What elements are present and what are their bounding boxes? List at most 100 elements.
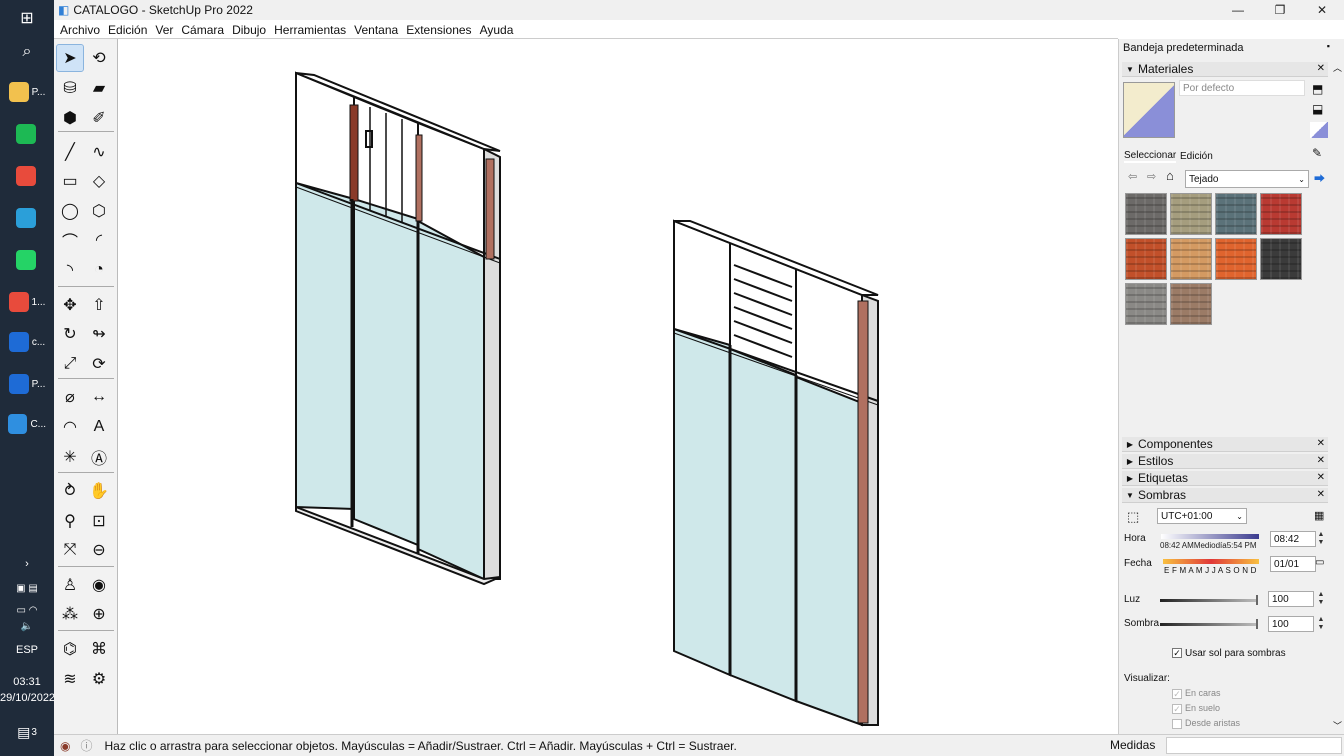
shadows-panel-header[interactable]: ▼ Sombras ✕	[1122, 488, 1328, 503]
back-arrow-icon[interactable]: ⇦	[1128, 170, 1137, 183]
material-swatch[interactable]	[1170, 193, 1212, 235]
menu-ayuda[interactable]: Ayuda	[480, 23, 514, 37]
rectangle-tool-icon[interactable]: ▭	[57, 168, 83, 194]
luz-spinner[interactable]: ▲ ▼	[1316, 591, 1326, 607]
follow-me-tool-icon[interactable]: ↬	[86, 321, 112, 347]
orbit-tool-icon[interactable]: ⟲	[86, 45, 112, 71]
scroll-down-icon[interactable]: ﹀	[1333, 719, 1342, 732]
chrome-profile-icon[interactable]: 1...	[8, 286, 46, 318]
shadow-toggle-icon[interactable]: ⬚	[1127, 509, 1139, 525]
two-point-arc-tool-icon[interactable]: ◜	[86, 227, 112, 253]
en-caras-checkbox[interactable]: ✓ En caras	[1172, 688, 1221, 699]
windows-start-icon[interactable]: ⊞	[8, 2, 46, 34]
stamp-tool-icon[interactable]: ⚙	[86, 666, 112, 692]
pan-tool-icon[interactable]: ✋	[86, 478, 112, 504]
collection-dropdown[interactable]: Tejado ⌄	[1185, 170, 1309, 188]
material-swatch[interactable]	[1125, 238, 1167, 280]
zoom-window-tool-icon[interactable]: ⊡	[86, 508, 112, 534]
forward-arrow-icon[interactable]: ⇨	[1147, 170, 1156, 183]
zoom-tool-icon[interactable]: ⚲	[57, 508, 83, 534]
folder-icon[interactable]: P...	[8, 76, 46, 108]
chrome-icon[interactable]	[8, 160, 46, 192]
menu-ventana[interactable]: Ventana	[354, 23, 398, 37]
window-assembly-right[interactable]	[673, 219, 879, 727]
material-swatch[interactable]	[1215, 238, 1257, 280]
clock-time[interactable]: 03:31	[0, 676, 54, 688]
window-assembly-left[interactable]	[295, 71, 501, 586]
desde-aristas-checkbox[interactable]: Desde aristas	[1172, 718, 1240, 729]
freehand-tool-icon[interactable]: ∿	[86, 139, 112, 165]
close-panel-icon[interactable]: ✕	[1317, 438, 1325, 449]
luz-slider-thumb[interactable]	[1256, 595, 1258, 605]
material-name-input[interactable]: Por defecto	[1179, 80, 1305, 96]
eraser-tool-icon[interactable]: ▰	[86, 75, 112, 101]
close-panel-icon[interactable]: ✕	[1317, 489, 1325, 500]
sombra-slider-thumb[interactable]	[1256, 619, 1258, 629]
drawing-viewport[interactable]	[118, 39, 1117, 734]
material-swatch[interactable]	[1260, 193, 1302, 235]
offset-tool-icon[interactable]: ⟳	[86, 351, 112, 377]
smoove-tool-icon[interactable]: ≋	[57, 666, 83, 692]
geo-location-icon[interactable]: ◉	[60, 739, 70, 753]
arc-tool-icon[interactable]: ⌒	[57, 227, 83, 253]
timezone-dropdown[interactable]: UTC+01:00 ⌄	[1157, 508, 1247, 524]
sombra-input[interactable]: 100	[1268, 616, 1314, 632]
hora-slider[interactable]	[1161, 534, 1259, 539]
maximize-button[interactable]: ❐	[1260, 0, 1300, 20]
menu-edicion[interactable]: Edición	[108, 23, 147, 37]
material-swatch[interactable]	[1215, 193, 1257, 235]
sombra-spinner[interactable]: ▲ ▼	[1316, 616, 1326, 632]
measurements-input[interactable]	[1166, 737, 1342, 754]
walk-tool-icon[interactable]: ⁂	[57, 601, 83, 627]
material-swatch[interactable]	[1125, 193, 1167, 235]
default-material-icon[interactable]	[1310, 122, 1328, 138]
component-tool-icon[interactable]: ⬢	[57, 105, 83, 131]
menu-archivo[interactable]: Archivo	[60, 23, 100, 37]
menu-herramientas[interactable]: Herramientas	[274, 23, 346, 37]
tab-seleccionar[interactable]: Seleccionar	[1124, 150, 1177, 163]
app-c-icon[interactable]: c...	[8, 326, 46, 358]
menu-extensiones[interactable]: Extensiones	[406, 23, 471, 37]
clock-date[interactable]: 29/10/2022	[0, 692, 55, 704]
scroll-up-icon[interactable]: ︿	[1333, 61, 1342, 74]
edge-icon[interactable]	[8, 202, 46, 234]
sandbox-from-scratch-tool-icon[interactable]: ⌘	[86, 636, 112, 662]
info-icon[interactable]: ⓘ	[80, 737, 92, 754]
polygon-tool-icon[interactable]: ⬡	[86, 198, 112, 224]
sketchup-icon[interactable]: C...	[8, 408, 46, 440]
tag-tool-icon[interactable]: ✐	[86, 105, 112, 131]
luz-input[interactable]: 100	[1268, 591, 1314, 607]
circle-tool-icon[interactable]: ◯	[57, 198, 83, 224]
en-suelo-checkbox[interactable]: ✓ En suelo	[1172, 703, 1220, 714]
zoom-extents-tool-icon[interactable]: ⤧	[57, 537, 83, 563]
eyedropper-icon[interactable]: ✎	[1312, 146, 1322, 160]
fecha-input[interactable]: 01/01	[1270, 556, 1316, 572]
rotated-rectangle-tool-icon[interactable]: ◇	[86, 168, 112, 194]
section-plane-tool-icon[interactable]: ⊕	[86, 601, 112, 627]
close-button[interactable]: ✕	[1302, 0, 1342, 20]
components-panel-header[interactable]: ▶ Componentes ✕	[1122, 437, 1328, 452]
hora-input[interactable]: 08:42	[1270, 531, 1316, 547]
line-tool-icon[interactable]: ╱	[57, 139, 83, 165]
shadow-settings-icon[interactable]: ▦	[1314, 509, 1324, 522]
tape-measure-tool-icon[interactable]: ⌀	[57, 384, 83, 410]
create-material-icon[interactable]: ⬒	[1312, 82, 1323, 96]
sombra-slider[interactable]	[1160, 623, 1256, 626]
position-camera-tool-icon[interactable]: ♙	[57, 572, 83, 598]
paint-bucket-tool-icon[interactable]: ⛁	[57, 75, 83, 101]
styles-panel-header[interactable]: ▶ Estilos ✕	[1122, 454, 1328, 469]
calendar-icon[interactable]: ▭	[1315, 557, 1324, 568]
materials-panel-header[interactable]: ▼ Materiales ✕	[1122, 62, 1328, 77]
3d-text-tool-icon[interactable]: Ⓐ	[86, 444, 112, 470]
orbit-camera-tool-icon[interactable]: ⥁	[57, 478, 83, 504]
protractor-tool-icon[interactable]: ◠	[57, 414, 83, 440]
move-tool-icon[interactable]: ✥	[57, 292, 83, 318]
sandbox-from-contours-tool-icon[interactable]: ⌬	[57, 636, 83, 662]
language-indicator[interactable]: ESP	[8, 634, 46, 666]
spotify-icon[interactable]	[8, 118, 46, 150]
pie-tool-icon[interactable]: ◔	[86, 257, 112, 283]
app-p-icon[interactable]: P...	[8, 368, 46, 400]
use-sun-checkbox[interactable]: ✓ Usar sol para sombras	[1172, 648, 1286, 659]
close-panel-icon[interactable]: ✕	[1317, 455, 1325, 466]
details-arrow-icon[interactable]: ⮕	[1314, 170, 1325, 186]
